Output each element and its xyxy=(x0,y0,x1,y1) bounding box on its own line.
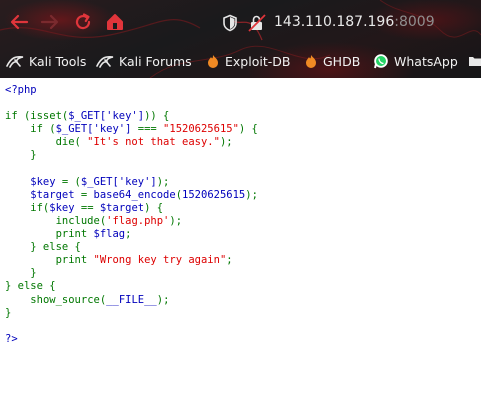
code-token: "1520625615" xyxy=(163,123,239,136)
code-line: print $flag; xyxy=(5,228,132,241)
bookmark-label: Exploit-DB xyxy=(225,53,291,69)
code-token: 'flag.php' xyxy=(106,214,170,227)
url-host: 143.110.187.196 xyxy=(274,14,395,30)
page-content: <?php if (isset($_GET['key'])) { if ($_G… xyxy=(0,78,481,405)
code-token: $key xyxy=(5,175,56,188)
code-line: } else { xyxy=(5,280,56,293)
bookmarks-toolbar: Kali Tools Kali Forums Exploit-DB GHDB W… xyxy=(0,48,481,74)
code-line: if($key == $target) { xyxy=(5,202,163,214)
php-source-code: <?php if (isset($_GET['key'])) { if ($_G… xyxy=(5,84,258,346)
code-token: )) { xyxy=(144,110,170,123)
php-close-tag: ?> xyxy=(5,332,18,345)
code-token: $target xyxy=(99,201,145,214)
code-token: if ( xyxy=(5,123,56,136)
navigation-bar: 143.110.187.196:8009 xyxy=(0,0,481,46)
code-token: ); xyxy=(169,214,183,227)
code-line: die( "It's not that easy."); xyxy=(5,136,233,148)
code-line: show_source(__FILE__); xyxy=(5,294,169,306)
code-token: $flag xyxy=(93,228,126,241)
code-token: include( xyxy=(5,214,107,227)
code-token: $target xyxy=(5,188,75,201)
forward-arrow-icon xyxy=(40,14,59,30)
bookmark-label: WhatsApp xyxy=(394,53,458,69)
code-token: 1520625615 xyxy=(182,188,246,201)
code-token: if( xyxy=(5,201,50,214)
code-token: die( xyxy=(5,136,81,149)
reload-button[interactable] xyxy=(72,11,94,33)
code-token: if (isset( xyxy=(5,110,69,123)
code-token: ); xyxy=(156,293,170,306)
code-token: print xyxy=(5,254,94,267)
code-token: = ( xyxy=(55,175,81,188)
reload-icon xyxy=(75,13,91,30)
code-token: __FILE__ xyxy=(106,293,157,306)
insecure-lock-icon[interactable] xyxy=(248,14,266,32)
bookmark-whatsapp[interactable]: WhatsApp xyxy=(373,50,458,72)
code-line: include('flag.php'); xyxy=(5,215,182,227)
bookmark-kali-forums[interactable]: Kali Forums xyxy=(96,50,192,72)
code-token: == xyxy=(74,201,100,214)
code-token: ); xyxy=(245,188,258,201)
code-line: } else { xyxy=(5,241,81,254)
ghdb-icon xyxy=(304,54,318,68)
kali-dragon-icon xyxy=(6,54,24,68)
code-token: show_source xyxy=(30,293,100,306)
code-token: ) { xyxy=(238,123,258,136)
code-token: $_GET['key'] xyxy=(68,110,145,123)
home-button[interactable] xyxy=(104,11,126,33)
code-token: "Wrong key try again" xyxy=(93,254,227,267)
code-token: === xyxy=(131,123,164,136)
code-line: $key = ($_GET['key']); xyxy=(5,176,169,188)
home-icon xyxy=(107,14,123,30)
code-line: } xyxy=(5,149,37,162)
whatsapp-icon xyxy=(373,53,389,69)
bookmark-ghdb[interactable]: GHDB xyxy=(304,50,360,72)
bookmark-label: Kali Forums xyxy=(119,53,192,69)
code-token: = xyxy=(74,188,94,201)
back-arrow-icon xyxy=(10,14,29,30)
code-token: ); xyxy=(156,175,170,188)
bookmark-label: GHDB xyxy=(323,53,361,69)
code-line: if (isset($_GET['key'])) { xyxy=(5,110,169,122)
code-line: } xyxy=(5,267,37,280)
code-line: if ($_GET['key'] === "1520625615") { xyxy=(5,123,258,135)
exploit-db-icon xyxy=(206,54,220,68)
code-token: $_GET['key'] xyxy=(55,123,132,136)
bookmark-overflow[interactable] xyxy=(468,50,481,72)
php-open-tag: <?php xyxy=(5,84,37,96)
code-line: $target = base64_encode(1520625615); xyxy=(5,189,258,201)
code-token: $key xyxy=(49,201,75,214)
url-text[interactable]: 143.110.187.196:8009 xyxy=(274,14,435,30)
url-port: :8009 xyxy=(394,14,435,30)
browser-chrome: 143.110.187.196:8009 Kali Tools Kali For… xyxy=(0,0,481,78)
bookmark-exploit-db[interactable]: Exploit-DB xyxy=(206,50,290,72)
bookmark-label: Kali Tools xyxy=(29,53,87,69)
code-token: ); xyxy=(219,136,233,149)
code-token: ) { xyxy=(144,201,164,214)
code-token: base64_encode xyxy=(93,188,176,201)
forward-button[interactable] xyxy=(39,11,61,33)
bookmark-kali-tools[interactable]: Kali Tools xyxy=(6,50,86,72)
kali-dragon-icon xyxy=(96,54,114,68)
code-token: "It's not that easy." xyxy=(80,136,220,149)
tracking-protection-shield-icon[interactable] xyxy=(222,14,238,32)
code-line: } xyxy=(5,306,12,319)
folder-icon xyxy=(468,54,481,68)
back-button[interactable] xyxy=(8,11,30,33)
code-token: $_GET['key'] xyxy=(80,175,157,188)
address-bar[interactable]: 143.110.187.196:8009 xyxy=(216,10,481,36)
code-token: ; xyxy=(226,254,233,267)
code-token: ; xyxy=(125,228,132,241)
code-token: print xyxy=(5,228,94,241)
code-line: print "Wrong key try again"; xyxy=(5,254,233,266)
